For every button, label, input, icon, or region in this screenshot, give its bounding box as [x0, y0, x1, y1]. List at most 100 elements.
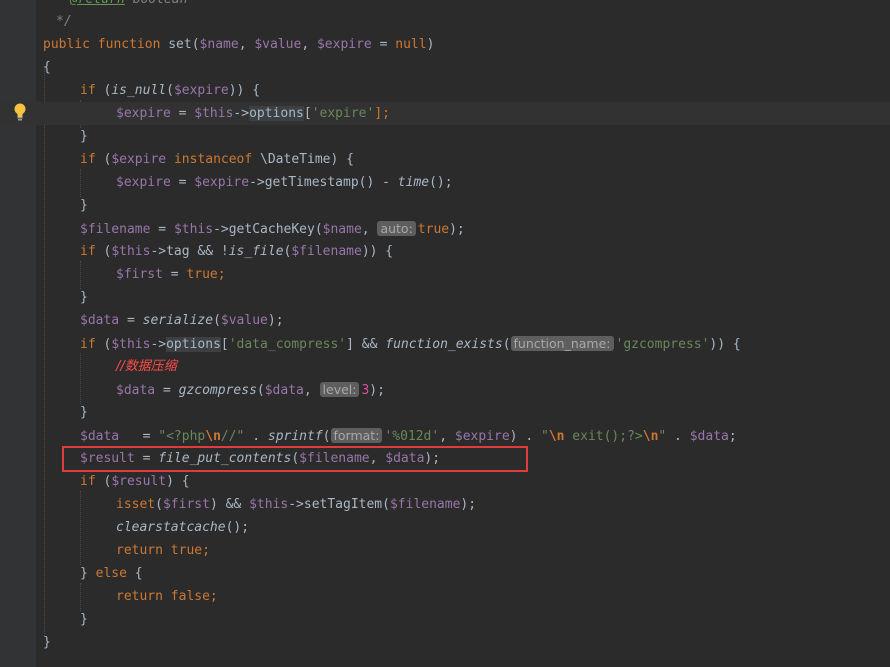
code-token: serialize — [142, 313, 214, 328]
code-line[interactable]: $expire = $this->options['expire']; — [0, 102, 890, 125]
code-line[interactable]: if ($this->tag && !is_file($filename)) { — [0, 240, 890, 263]
code-line[interactable]: $data = gzcompress($data, level: 3); — [0, 378, 890, 401]
code-line[interactable]: if ($expire instanceof \DateTime) { — [0, 148, 890, 171]
code-line-content[interactable]: return false; — [116, 585, 218, 608]
code-token: null — [395, 37, 427, 52]
code-line-content[interactable]: } — [80, 286, 88, 309]
code-token: , — [238, 37, 255, 52]
code-line[interactable]: clearstatcache(); — [0, 516, 890, 539]
code-line-content[interactable]: public function set($name, $value, $expi… — [43, 33, 434, 56]
code-token: } — [80, 290, 88, 305]
code-token: $data — [80, 313, 120, 328]
code-line[interactable]: } — [0, 631, 890, 654]
code-line[interactable]: isset($first) && $this->setTagItem($file… — [0, 493, 890, 516]
code-token: function_exists — [385, 337, 503, 352]
code-token: $value — [220, 313, 268, 328]
code-line[interactable]: */ — [0, 10, 890, 33]
code-line-content[interactable]: if ($result) { — [80, 470, 190, 493]
code-line[interactable]: } — [0, 608, 890, 631]
code-line[interactable]: //数据压缩 — [0, 355, 890, 378]
code-token: { — [43, 60, 51, 75]
code-line[interactable]: return true; — [0, 539, 890, 562]
code-token: public function — [43, 37, 169, 52]
code-line-content[interactable]: $data = serialize($value); — [80, 309, 284, 332]
code-line-content[interactable]: $data = gzcompress($data, level: 3); — [116, 378, 385, 402]
code-token: $first — [162, 497, 210, 512]
code-line[interactable]: return false; — [0, 585, 890, 608]
code-line-content[interactable]: //数据压缩 — [116, 355, 177, 378]
code-token: instanceof — [173, 152, 261, 167]
code-token: isset — [116, 497, 156, 512]
code-token: true — [186, 267, 218, 282]
code-token: $expire — [454, 429, 510, 444]
code-line[interactable]: if ($this->options['data_compress'] && f… — [0, 332, 890, 355]
code-line-content[interactable]: if ($expire instanceof \DateTime) { — [80, 148, 354, 171]
code-token: } — [43, 635, 51, 650]
code-line-content[interactable]: } — [80, 401, 88, 424]
code-token: )) { — [361, 244, 394, 259]
code-token: ]; — [374, 106, 390, 121]
code-token: ) && — [209, 497, 250, 512]
code-token: ( — [155, 497, 163, 512]
code-token: ( — [322, 429, 331, 444]
code-token: $expire — [116, 106, 171, 121]
code-token: is_file — [228, 244, 284, 259]
code-line-content[interactable]: if ($this->tag && !is_file($filename)) { — [80, 240, 393, 263]
code-line[interactable]: $data = "<?php\n//" . sprintf(format: '%0… — [0, 424, 890, 447]
code-line[interactable]: $data = serialize($value); — [0, 309, 890, 332]
code-line-content[interactable]: $filename = $this->getCacheKey($name, au… — [80, 217, 465, 241]
code-line-content[interactable]: */ — [56, 10, 72, 33]
code-token: set( — [168, 37, 200, 52]
code-line[interactable]: $first = true; — [0, 263, 890, 286]
code-token: , — [439, 429, 455, 444]
code-line-content[interactable]: $data = "<?php\n//" . sprintf(format: '%0… — [80, 424, 737, 448]
code-token: true — [417, 222, 450, 237]
code-token: ->tag && ! — [150, 244, 229, 259]
code-token: ] && — [346, 337, 386, 352]
code-line-content[interactable]: } else { — [80, 562, 143, 585]
code-token: , — [301, 37, 317, 52]
code-line-content[interactable]: return true; — [116, 539, 210, 562]
code-token: = — [170, 175, 195, 190]
code-line-content[interactable]: if ($this->options['data_compress'] && f… — [80, 332, 741, 356]
code-token: //数据压缩 — [116, 359, 177, 374]
code-token: $this — [111, 244, 151, 259]
code-line[interactable]: $filename = $this->getCacheKey($name, au… — [0, 217, 890, 240]
code-line-content[interactable]: } — [80, 608, 88, 631]
code-token: $data — [116, 383, 156, 398]
code-line-content[interactable]: } — [80, 125, 88, 148]
code-line-content[interactable]: $first = true; — [116, 263, 226, 286]
code-line[interactable]: if (is_null($expire)) { — [0, 79, 890, 102]
code-line[interactable]: } else { — [0, 562, 890, 585]
code-token: " — [540, 429, 549, 444]
lightbulb-icon[interactable] — [12, 102, 28, 122]
code-line-content[interactable]: } — [80, 194, 88, 217]
code-line-content[interactable]: { — [43, 56, 51, 79]
code-line-content[interactable]: $expire = $expire->getTimestamp() - time… — [116, 171, 453, 194]
code-line[interactable]: } — [0, 194, 890, 217]
code-token: \n — [548, 429, 565, 444]
code-token: \n — [642, 429, 659, 444]
code-line-content[interactable]: } — [43, 631, 51, 654]
code-line-content[interactable]: if (is_null($expire)) { — [80, 79, 260, 102]
code-line-content[interactable]: clearstatcache(); — [116, 516, 249, 539]
code-token: . — [244, 429, 268, 444]
code-token: "<?php — [158, 429, 206, 444]
code-token: 'expire' — [311, 106, 375, 121]
code-token: ); — [369, 383, 385, 398]
code-line[interactable]: { — [0, 56, 890, 79]
code-line[interactable]: } — [0, 401, 890, 424]
code-line[interactable]: public function set($name, $value, $expi… — [0, 33, 890, 56]
code-line-content[interactable]: $expire = $this->options['expire']; — [116, 102, 390, 125]
code-token: = — [150, 222, 174, 237]
code-line-content[interactable]: isset($first) && $this->setTagItem($file… — [116, 493, 476, 516]
code-line[interactable]: } — [0, 125, 890, 148]
code-token: sprintf — [267, 429, 323, 444]
code-token: $value — [254, 37, 302, 52]
code-line[interactable]: if ($result) { — [0, 470, 890, 493]
code-editor[interactable]: @return boolean*/public function set($na… — [0, 0, 890, 667]
code-token: = — [155, 383, 179, 398]
code-line[interactable]: $expire = $expire->getTimestamp() - time… — [0, 171, 890, 194]
code-line[interactable]: } — [0, 286, 890, 309]
code-token: $this — [194, 106, 234, 121]
